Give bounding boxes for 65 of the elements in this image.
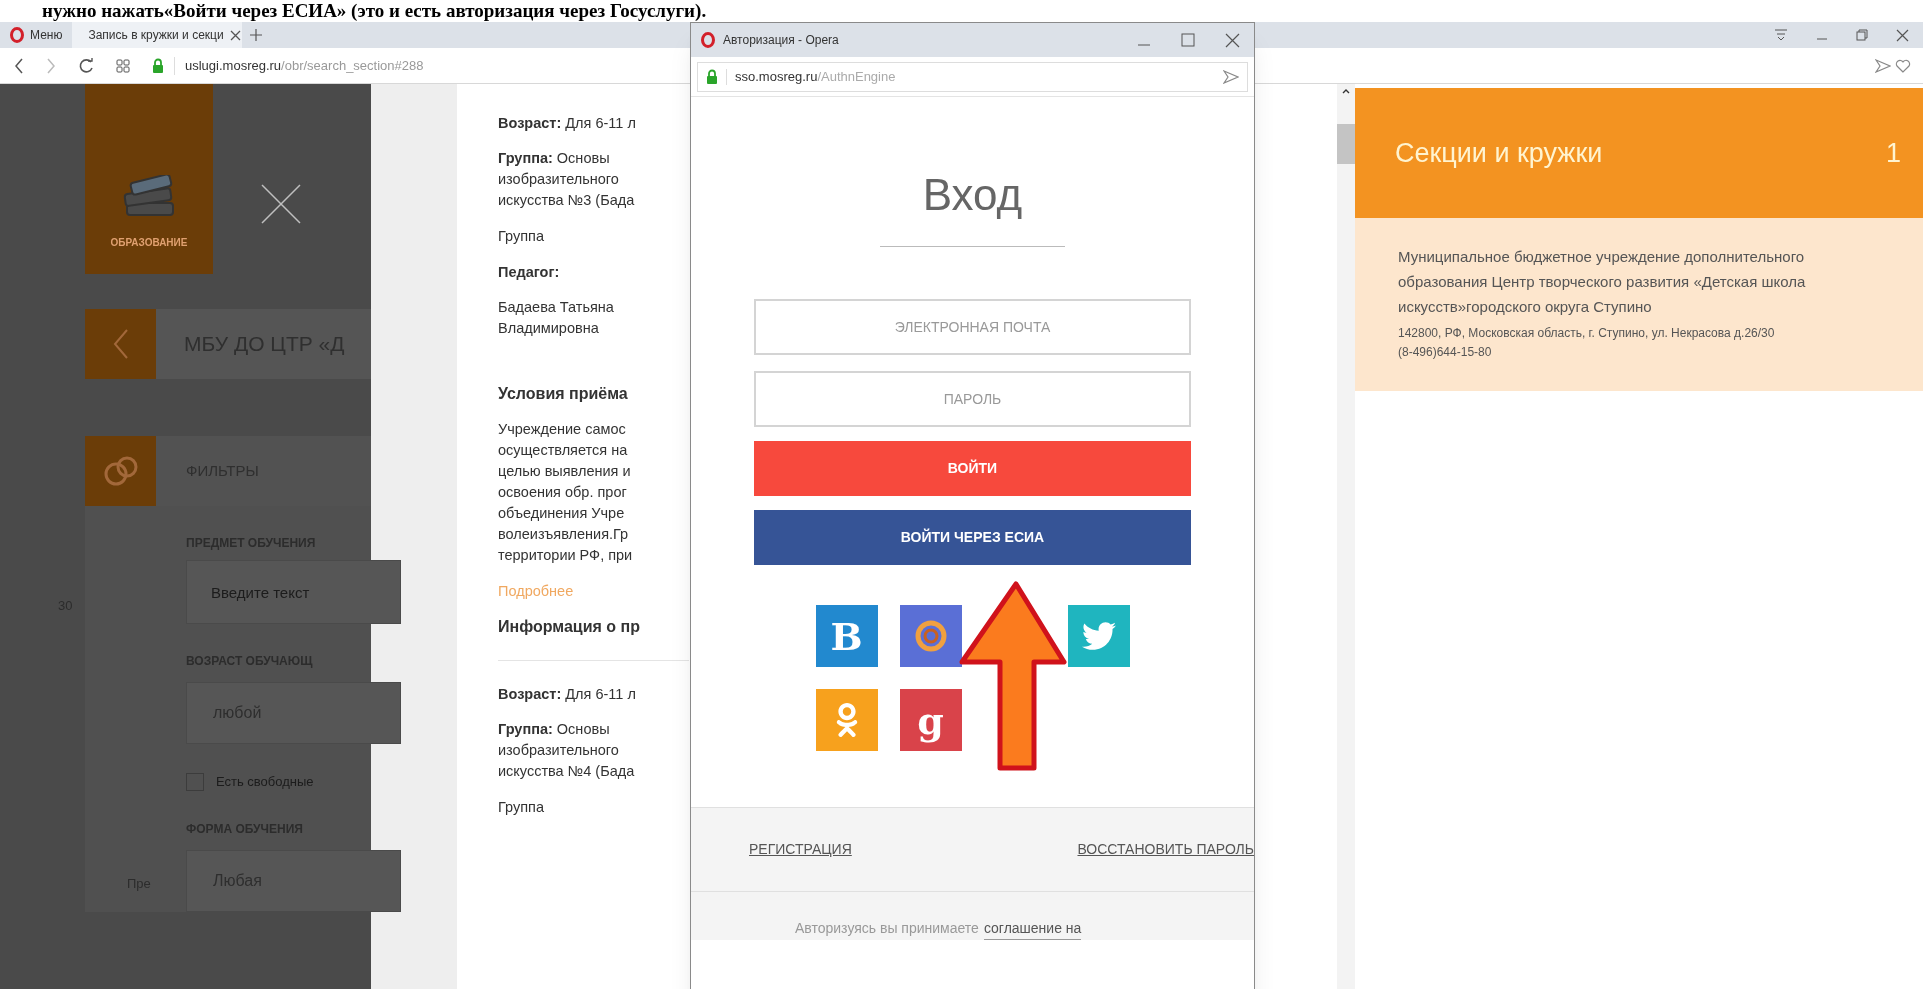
organization-address: 142800, РФ, Московская область, г. Ступино, ул. Некрасова д.26/30 — [1398, 325, 1776, 342]
url-field[interactable]: uslugi.mosreg.ru/obr/search_section#288 — [152, 55, 424, 76]
close-icon[interactable] — [1225, 32, 1240, 48]
restore-icon[interactable] — [1856, 29, 1868, 41]
balls-icon — [103, 456, 138, 486]
ring-icon — [913, 619, 948, 653]
teacher-name: Бадаева Татьяна Владимировна — [498, 298, 615, 338]
scroll-up-icon[interactable] — [1342, 88, 1350, 94]
browser-tab[interactable]: Запись в кружки и секци — [72, 22, 243, 48]
social-login-button[interactable]: B — [815, 605, 878, 667]
restore-password-link[interactable]: ВОССТАНОВИТЬ ПАРОЛЬ — [1077, 839, 1254, 860]
social-login-button[interactable]: g — [899, 689, 962, 751]
login-field[interactable]: ЭЛЕКТРОННАЯ ПОЧТА — [754, 299, 1191, 355]
menu-button[interactable]: Меню — [0, 22, 73, 48]
age-text: Возраст: Для 6-11 л — [498, 114, 637, 133]
chevron-left-icon — [112, 329, 129, 359]
close-tab-icon[interactable] — [229, 29, 241, 41]
conditions-title: Условия приёма — [498, 384, 629, 404]
group-type-text: Группа — [498, 227, 545, 246]
consent-link[interactable]: соглашение на — [983, 918, 1082, 940]
category-tile[interactable]: ОБРАЗОВАНИЕ — [85, 84, 213, 274]
reload-icon[interactable] — [78, 57, 94, 74]
conditions-text: Учреждение самос осуществляется на целью выявления и освоения обр. прог объединения Учре волеизъявления.Гр территории РФ, при — [498, 420, 634, 565]
filter-input[interactable]: Введите текст — [186, 560, 401, 624]
group-type-text: Группа — [498, 798, 545, 817]
heart-icon[interactable] — [1895, 58, 1911, 73]
grid-icon[interactable] — [116, 58, 130, 73]
opera-logo-icon — [701, 32, 715, 48]
login-field[interactable]: ПАРОЛЬ — [754, 371, 1191, 427]
close-icon[interactable] — [261, 184, 301, 224]
register-link[interactable]: РЕГИСТРАЦИЯ — [749, 839, 852, 860]
forward-icon[interactable] — [46, 57, 56, 74]
group-text: Группа: Основы изобразительного искусства №4 (Бада — [498, 720, 636, 781]
organization-name: Муниципальное бюджетное учреждение дополнительного образования Центр творческого развития «Детская школа искусств»городского округа Ступино — [1398, 247, 1807, 317]
bird-icon — [1081, 619, 1116, 653]
scrollbar-thumb[interactable] — [1337, 124, 1355, 164]
info-title: Информация о пр — [498, 617, 641, 637]
teacher-label: Педагог: — [498, 263, 561, 282]
close-icon[interactable] — [1896, 28, 1909, 42]
popup-url-field[interactable]: sso.mosreg.ru/AuthnEngine — [697, 61, 1248, 92]
tab-menu-icon[interactable] — [1774, 29, 1788, 41]
caption-text: нужно нажать«Войти через ЕСИА» (это и есть авторизация через Госуслуги). — [41, 0, 708, 22]
category-label: ОБРАЗОВАНИЕ — [110, 236, 188, 250]
send-icon[interactable] — [1875, 58, 1891, 73]
social-login-button[interactable] — [815, 689, 878, 751]
login-heading: Вход — [922, 169, 1023, 221]
esia-login-button[interactable]: ВОЙТИ ЧЕРЕЗ ЕСИА — [754, 510, 1191, 565]
results-title: Секции и кружки — [1395, 136, 1603, 170]
maximize-icon[interactable] — [1181, 33, 1195, 47]
popup-title: Авторизация - Opera — [723, 32, 839, 49]
age-text: Возраст: Для 6-11 л — [498, 685, 637, 704]
back-icon[interactable] — [14, 57, 24, 74]
social-login-button[interactable] — [1067, 605, 1130, 667]
group-text: Группа: Основы изобразительного искусства №3 (Бада — [498, 149, 636, 210]
organization-card[interactable] — [1355, 218, 1923, 391]
consent-text: Авторизуясь вы принимаете — [795, 919, 979, 938]
lock-icon — [152, 58, 164, 73]
send-icon[interactable] — [1223, 69, 1239, 84]
social-login-button[interactable] — [899, 605, 962, 667]
login-button[interactable]: ВОЙТИ — [754, 441, 1191, 496]
new-tab-icon[interactable] — [250, 29, 263, 41]
lock-icon — [706, 69, 718, 84]
opera-logo-icon — [10, 27, 24, 43]
organization-phone: (8-496)644-15-80 — [1398, 344, 1493, 361]
results-count: 1 — [1885, 136, 1901, 170]
